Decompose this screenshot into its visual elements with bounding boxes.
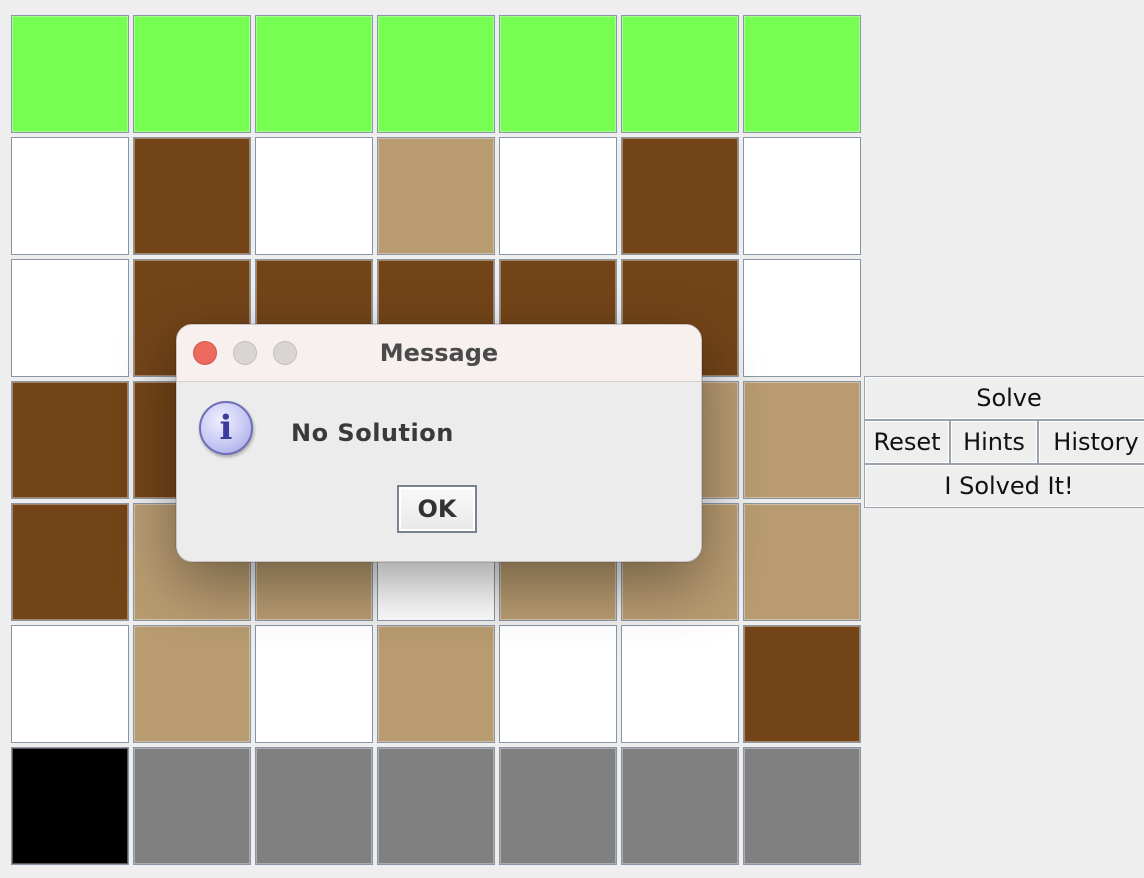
board-cell-dark-brown[interactable]	[621, 137, 739, 255]
board-cell-white[interactable]	[499, 625, 617, 743]
info-icon: i	[199, 401, 253, 455]
reset-button[interactable]: Reset	[864, 420, 950, 464]
board-cell-tan[interactable]	[743, 381, 861, 499]
dialog-message: No Solution	[291, 419, 454, 447]
board-cell-green[interactable]	[255, 15, 373, 133]
dialog-titlebar: Message	[177, 325, 701, 382]
board-cell-dark-brown[interactable]	[11, 381, 129, 499]
message-dialog: Message i No Solution OK	[176, 324, 702, 562]
ok-button[interactable]: OK	[397, 485, 477, 533]
board-cell-black[interactable]	[11, 747, 129, 865]
board-cell-green[interactable]	[133, 15, 251, 133]
board-cell-tan[interactable]	[133, 625, 251, 743]
board-cell-dark-brown[interactable]	[743, 625, 861, 743]
board-cell-white[interactable]	[11, 137, 129, 255]
board-cell-green[interactable]	[621, 15, 739, 133]
board-cell-gray[interactable]	[133, 747, 251, 865]
board-cell-white[interactable]	[11, 625, 129, 743]
solve-button[interactable]: Solve	[864, 376, 1144, 420]
board-cell-gray[interactable]	[499, 747, 617, 865]
board-cell-white[interactable]	[255, 137, 373, 255]
board-cell-green[interactable]	[743, 15, 861, 133]
board-cell-green[interactable]	[499, 15, 617, 133]
board-cell-white[interactable]	[255, 625, 373, 743]
hints-button[interactable]: Hints	[950, 420, 1038, 464]
board-cell-gray[interactable]	[377, 747, 495, 865]
board-cell-green[interactable]	[377, 15, 495, 133]
board-cell-dark-brown[interactable]	[11, 503, 129, 621]
board-cell-tan[interactable]	[377, 625, 495, 743]
board-cell-dark-brown[interactable]	[133, 137, 251, 255]
dialog-title: Message	[379, 339, 499, 367]
board-cell-white[interactable]	[11, 259, 129, 377]
board-cell-gray[interactable]	[743, 747, 861, 865]
history-button[interactable]: History	[1038, 420, 1144, 464]
board-cell-white[interactable]	[499, 137, 617, 255]
board-cell-gray[interactable]	[621, 747, 739, 865]
board-cell-tan[interactable]	[377, 137, 495, 255]
board-cell-white[interactable]	[621, 625, 739, 743]
i-solved-it-button[interactable]: I Solved It!	[864, 464, 1144, 508]
board-cell-white[interactable]	[743, 259, 861, 377]
board-cell-green[interactable]	[11, 15, 129, 133]
board-cell-tan[interactable]	[743, 503, 861, 621]
board-cell-white[interactable]	[743, 137, 861, 255]
board-cell-gray[interactable]	[255, 747, 373, 865]
